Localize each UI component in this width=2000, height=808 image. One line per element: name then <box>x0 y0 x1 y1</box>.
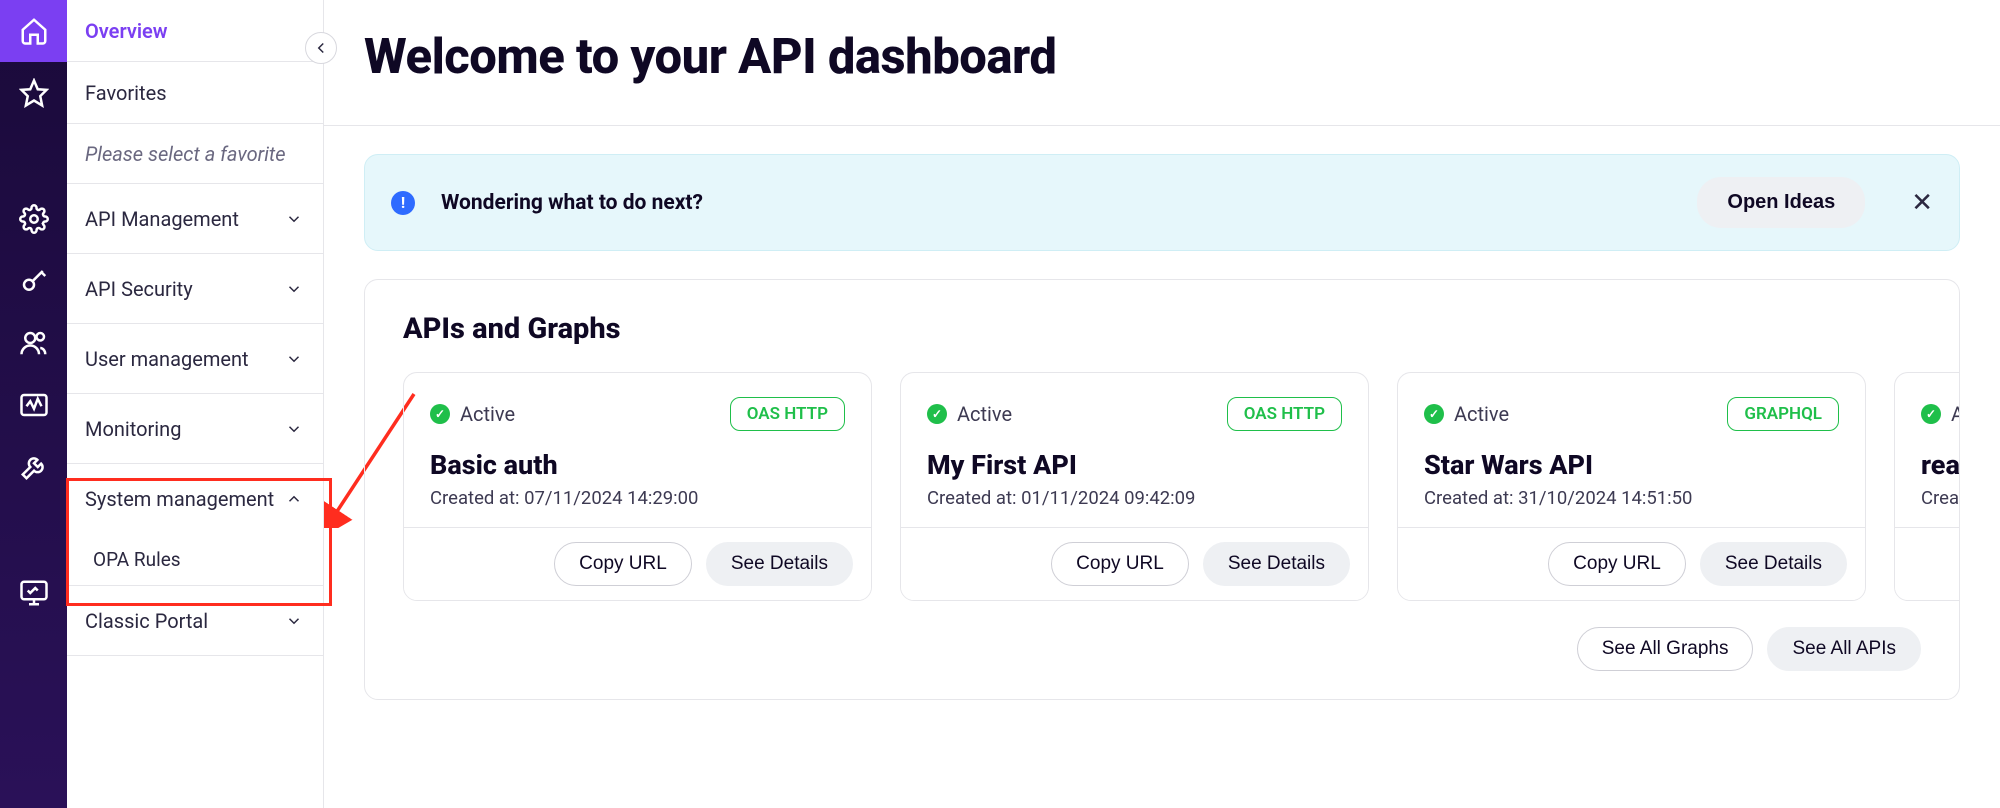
apis-panel: APIs and Graphs Active OAS HTTP Basic au… <box>364 279 1960 700</box>
sidebar-item-api-security[interactable]: API Security <box>67 254 323 324</box>
api-card-title: My First API <box>927 449 1342 481</box>
sidebar-favorites-label: Favorites <box>85 81 167 105</box>
api-card-created: Created at: 07/11/2024 14:29:00 <box>430 487 845 509</box>
copy-url-button[interactable]: Copy URL <box>554 542 692 586</box>
sidebar-favorites[interactable]: Favorites <box>67 62 323 124</box>
sidebar-sub-label: OPA Rules <box>93 548 181 571</box>
rail-wrench-icon[interactable] <box>0 436 67 498</box>
rail-gear-icon[interactable] <box>0 188 67 250</box>
chevron-up-icon <box>283 488 305 510</box>
banner-close-button[interactable]: ✕ <box>1911 187 1933 218</box>
sidebar-sub-opa-rules[interactable]: OPA Rules <box>67 534 323 586</box>
sidebar-overview-label: Overview <box>85 19 168 43</box>
see-details-button[interactable]: See Details <box>1700 542 1847 586</box>
api-card[interactable]: Active OAS HTTP My First API Created at:… <box>900 372 1369 601</box>
status-badge: Active <box>1921 402 1960 426</box>
chevron-down-icon <box>283 418 305 440</box>
status-dot-icon <box>1921 404 1941 424</box>
status-label: Active <box>1454 402 1509 426</box>
info-icon: ! <box>391 191 415 215</box>
see-details-button[interactable]: See Details <box>1203 542 1350 586</box>
api-card-title: Basic auth <box>430 449 845 481</box>
api-card[interactable]: Active OAS HTTP react-components Created… <box>1894 372 1960 601</box>
sidebar-item-label: Classic Portal <box>85 609 208 633</box>
sidebar-item-api-management[interactable]: API Management <box>67 184 323 254</box>
sidebar-item-label: Monitoring <box>85 417 181 441</box>
open-ideas-button[interactable]: Open Ideas <box>1697 177 1865 228</box>
sidebar-item-monitoring[interactable]: Monitoring <box>67 394 323 464</box>
api-type-tag: GRAPHQL <box>1727 397 1839 431</box>
status-dot-icon <box>927 404 947 424</box>
copy-url-button[interactable]: Copy URL <box>1548 542 1686 586</box>
copy-url-button[interactable]: Copy URL <box>1051 542 1189 586</box>
rail-star-icon[interactable] <box>0 62 67 124</box>
page-title: Welcome to your API dashboard <box>364 28 1960 85</box>
main-content: Welcome to your API dashboard ! Wonderin… <box>324 0 2000 808</box>
api-card-title: Star Wars API <box>1424 449 1839 481</box>
info-banner: ! Wondering what to do next? Open Ideas … <box>364 154 1960 251</box>
status-label: Active <box>1951 402 1960 426</box>
api-card[interactable]: Active GRAPHQL Star Wars API Created at:… <box>1397 372 1866 601</box>
sidebar-item-system-management[interactable]: System management <box>67 464 323 534</box>
sidebar-collapse-button[interactable] <box>305 32 337 64</box>
panel-title: APIs and Graphs <box>403 312 1921 346</box>
chevron-down-icon <box>283 348 305 370</box>
api-card[interactable]: Active OAS HTTP Basic auth Created at: 0… <box>403 372 872 601</box>
sidebar-item-label: API Management <box>85 207 239 231</box>
chevron-down-icon <box>283 610 305 632</box>
status-badge: Active <box>430 402 515 426</box>
sidebar-item-user-management[interactable]: User management <box>67 324 323 394</box>
chevron-down-icon <box>283 278 305 300</box>
api-card-created: Created at: 30/10/2024 11:20:00 <box>1921 487 1960 509</box>
page-header: Welcome to your API dashboard <box>324 0 2000 125</box>
rail-users-icon[interactable] <box>0 312 67 374</box>
see-all-graphs-button[interactable]: See All Graphs <box>1577 627 1754 671</box>
banner-text: Wondering what to do next? <box>441 191 1671 215</box>
status-label: Active <box>460 402 515 426</box>
api-type-tag: OAS HTTP <box>1227 397 1342 431</box>
see-details-button[interactable]: See Details <box>706 542 853 586</box>
sidebar-overview[interactable]: Overview <box>67 0 323 62</box>
api-card-created: Created at: 01/11/2024 09:42:09 <box>927 487 1342 509</box>
rail-monitor-icon[interactable] <box>0 562 67 624</box>
cards-strip: Active OAS HTTP Basic auth Created at: 0… <box>365 372 1959 601</box>
status-dot-icon <box>430 404 450 424</box>
sidebar-item-label: API Security <box>85 277 193 301</box>
sidebar-item-label: User management <box>85 347 249 371</box>
api-card-title: react-components <box>1921 449 1960 481</box>
chevron-down-icon <box>283 208 305 230</box>
status-badge: Active <box>1424 402 1509 426</box>
favorites-placeholder: Please select a favorite <box>67 124 323 184</box>
sidebar-item-label: System management <box>85 487 274 511</box>
status-dot-icon <box>1424 404 1444 424</box>
rail-activity-icon[interactable] <box>0 374 67 436</box>
api-type-tag: OAS HTTP <box>730 397 845 431</box>
sidebar: Overview Favorites Please select a favor… <box>67 0 324 808</box>
api-card-created: Created at: 31/10/2024 14:51:50 <box>1424 487 1839 509</box>
rail-key-icon[interactable] <box>0 250 67 312</box>
status-badge: Active <box>927 402 1012 426</box>
see-all-apis-button[interactable]: See All APIs <box>1767 627 1921 671</box>
icon-rail <box>0 0 67 808</box>
rail-home-icon[interactable] <box>0 0 67 62</box>
status-label: Active <box>957 402 1012 426</box>
sidebar-item-classic-portal[interactable]: Classic Portal <box>67 586 323 656</box>
